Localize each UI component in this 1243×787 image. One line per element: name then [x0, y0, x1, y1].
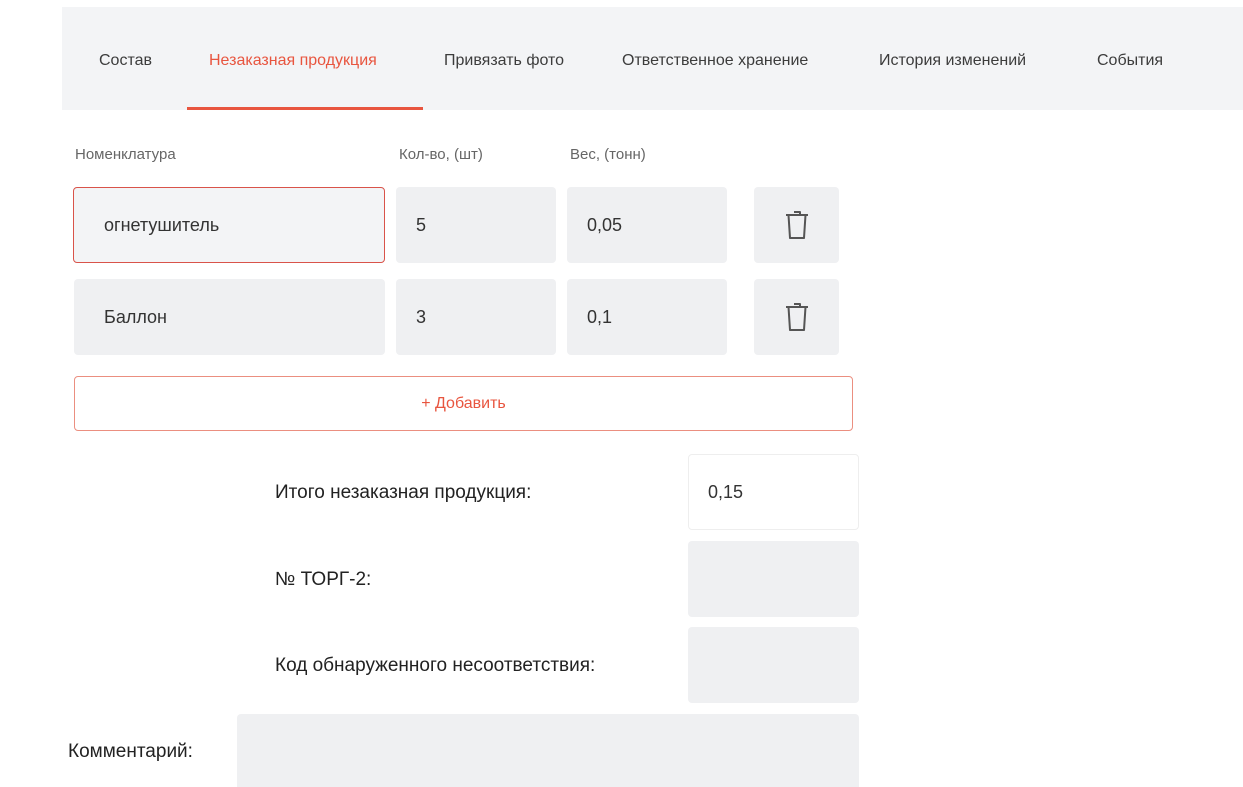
- row-2-name-input[interactable]: Баллон: [74, 279, 385, 355]
- column-header-weight: Вес, (тонн): [570, 146, 646, 163]
- row-2-qty-input[interactable]: 3: [396, 279, 556, 355]
- tab-unordered-products[interactable]: Незаказная продукция: [209, 51, 377, 110]
- row-2-delete-button[interactable]: [754, 279, 839, 355]
- add-row-button[interactable]: + Добавить: [74, 376, 853, 431]
- mismatch-code-input[interactable]: [688, 627, 859, 703]
- comment-label: Комментарий:: [68, 741, 193, 762]
- torg-input[interactable]: [688, 541, 859, 617]
- tab-attach-photo[interactable]: Привязать фото: [444, 51, 564, 110]
- row-1-qty-input[interactable]: 5: [396, 187, 556, 263]
- trash-icon: [785, 211, 808, 239]
- total-value-field: 0,15: [688, 454, 859, 530]
- row-1-weight-input[interactable]: 0,05: [567, 187, 727, 263]
- column-header-name: Номенклатура: [75, 146, 176, 163]
- total-label: Итого незаказная продукция:: [275, 482, 532, 503]
- tab-change-history[interactable]: История изменений: [879, 51, 1026, 110]
- row-1-delete-button[interactable]: [754, 187, 839, 263]
- row-1-name-input[interactable]: огнетушитель: [73, 187, 385, 263]
- trash-icon: [785, 303, 808, 331]
- tab-responsible-storage[interactable]: Ответственное хранение: [622, 51, 808, 110]
- column-header-qty: Кол-во, (шт): [399, 146, 483, 163]
- torg-label: № ТОРГ-2:: [275, 569, 372, 590]
- row-2-weight-input[interactable]: 0,1: [567, 279, 727, 355]
- tab-sostav[interactable]: Состав: [99, 51, 152, 110]
- comment-input[interactable]: [237, 714, 859, 787]
- active-tab-indicator: [187, 107, 423, 110]
- tab-events[interactable]: События: [1097, 51, 1163, 110]
- mismatch-code-label: Код обнаруженного несоответствия:: [275, 655, 596, 676]
- tabs-bar: Состав Незаказная продукция Привязать фо…: [62, 7, 1243, 110]
